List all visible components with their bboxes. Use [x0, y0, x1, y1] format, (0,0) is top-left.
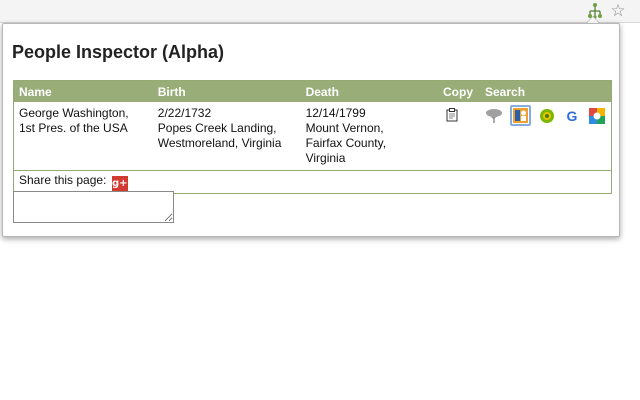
death-place-line: Fairfax County,	[305, 136, 387, 150]
birth-cell: 2/22/1732 Popes Creek Landing, Westmorel…	[153, 102, 301, 171]
google-plus-search-icon[interactable]	[588, 107, 606, 125]
share-label: Share this page:	[19, 173, 107, 187]
column-header-death: Death	[300, 80, 438, 102]
family-tree-search-icon[interactable]	[485, 107, 503, 125]
note-textarea[interactable]	[13, 191, 174, 223]
copy-cell	[438, 102, 480, 171]
birth-place-line: Westmoreland, Virginia	[157, 136, 282, 150]
death-place-line: Virginia	[305, 151, 346, 165]
google-plus-icon[interactable]: g+	[111, 176, 128, 192]
table-row: George Washington, 1st Pres. of the USA …	[14, 102, 612, 171]
popup-title: People Inspector (Alpha)	[12, 42, 225, 62]
column-header-copy: Copy	[438, 80, 480, 102]
person-name-cell: George Washington, 1st Pres. of the USA	[14, 102, 153, 171]
search-icons: G	[485, 105, 606, 126]
google-glyph: G	[567, 108, 578, 124]
table-header-row: Name Birth Death Copy Search	[13, 80, 612, 102]
google-search-icon[interactable]: G	[563, 107, 581, 125]
people-inspector-popup: People Inspector (Alpha) Name Birth Deat…	[2, 23, 620, 237]
column-header-birth: Birth	[152, 80, 301, 102]
column-header-search: Search	[480, 80, 612, 102]
people-table: Name Birth Death Copy Search George Wash…	[13, 80, 612, 194]
green-circle-search-icon[interactable]	[538, 107, 556, 125]
star-icon[interactable]: ☆	[608, 1, 628, 21]
search-cell: G	[480, 102, 612, 171]
column-header-name: Name	[13, 80, 153, 102]
death-date: 12/14/1799	[305, 106, 366, 120]
person-title-line: 1st Pres. of the USA	[19, 121, 128, 135]
death-cell: 12/14/1799 Mount Vernon, Fairfax County,…	[301, 102, 438, 171]
death-place-line: Mount Vernon,	[305, 121, 384, 135]
browser-toolbar: ☆	[0, 0, 640, 23]
person-name-line: George Washington,	[19, 106, 129, 120]
birth-date: 2/22/1732	[157, 106, 212, 120]
people-finder-search-icon[interactable]	[510, 105, 531, 126]
clipboard-icon[interactable]	[443, 106, 461, 124]
birth-place-line: Popes Creek Landing,	[157, 121, 277, 135]
